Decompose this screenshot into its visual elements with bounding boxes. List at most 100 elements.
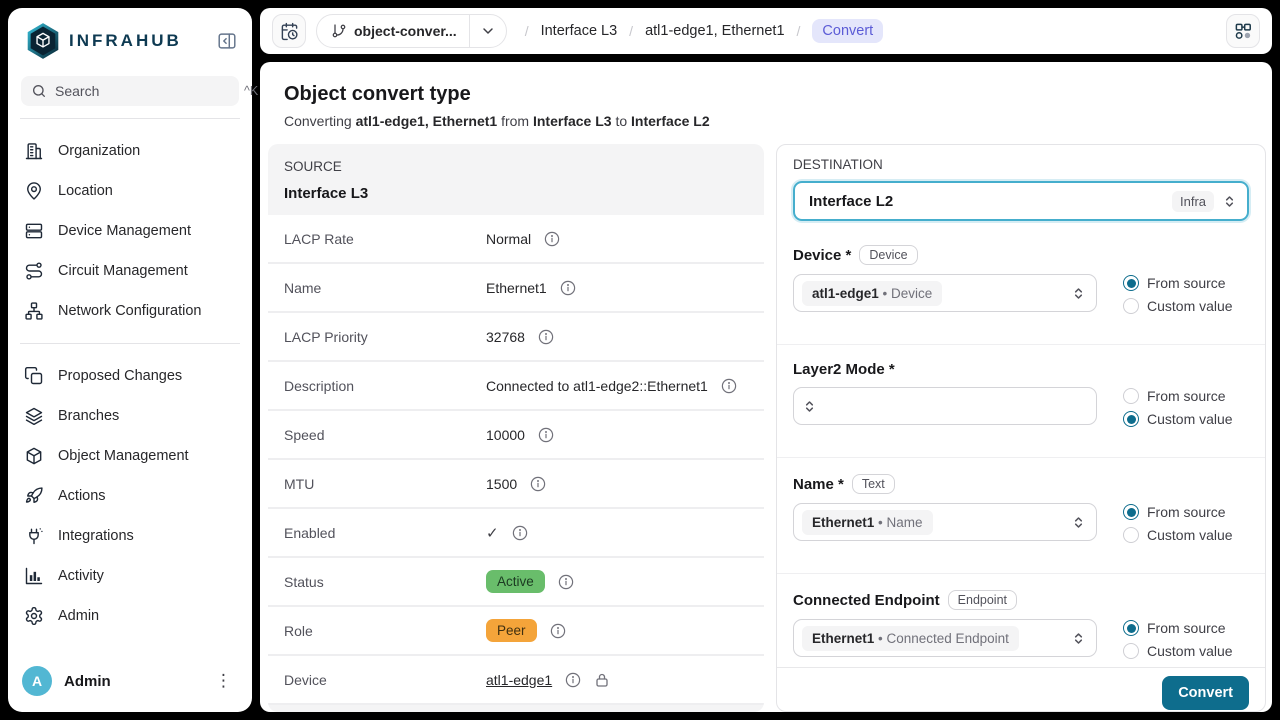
attribute-label: Description	[284, 378, 486, 394]
user-name: Admin	[64, 673, 195, 690]
search-shortcut: ^K	[244, 84, 258, 98]
cube-icon	[24, 446, 44, 466]
from-source-radio[interactable]: From source	[1123, 620, 1249, 636]
history-button[interactable]	[272, 14, 306, 48]
custom-value-radio[interactable]: Custom value	[1123, 411, 1249, 427]
breadcrumb-separator: /	[525, 23, 529, 39]
source-row: MTU 1500	[268, 460, 764, 509]
user-row: A Admin ⋮	[8, 654, 252, 712]
sidebar-item-circuit-management[interactable]: Circuit Management	[8, 251, 252, 291]
sidebar-item-label: Activity	[58, 568, 104, 584]
info-icon[interactable]	[565, 672, 581, 688]
sidebar-item-integrations[interactable]: Integrations	[8, 516, 252, 556]
source-row: LACP Priority 32768	[268, 313, 764, 362]
sidebar-item-label: Object Management	[58, 448, 189, 464]
field-select[interactable]: atl1-edge1 • Device	[793, 274, 1097, 312]
from-source-radio[interactable]: From source	[1123, 275, 1249, 291]
attribute-value: 1500	[486, 476, 546, 492]
destination-field-device: Device * Device atl1-edge1 • Device From…	[777, 221, 1265, 345]
search-box[interactable]: ^K	[21, 76, 239, 106]
field-label: Device *	[793, 247, 851, 264]
sidebar-item-admin[interactable]: Admin	[8, 596, 252, 636]
breadcrumb-separator: /	[797, 23, 801, 39]
destination-footer: Convert	[777, 667, 1265, 712]
sidebar-item-label: Circuit Management	[58, 263, 188, 279]
destination-field-name: Name * Text Ethernet1 • Name From source…	[777, 458, 1265, 574]
sidebar-item-location[interactable]: Location	[8, 171, 252, 211]
sidebar-item-device-management[interactable]: Device Management	[8, 211, 252, 251]
breadcrumb-separator: /	[629, 23, 633, 39]
destination-panel: DESTINATION Interface L2 Infra Device * …	[776, 144, 1266, 712]
chevrons-up-down-icon	[1222, 194, 1237, 209]
info-icon[interactable]	[550, 623, 566, 639]
custom-value-radio[interactable]: Custom value	[1123, 643, 1249, 659]
building-icon	[24, 141, 44, 161]
infrahub-logo-icon	[26, 22, 60, 60]
search-icon	[31, 83, 47, 99]
info-icon[interactable]	[544, 231, 560, 247]
sidebar-item-proposed-changes[interactable]: Proposed Changes	[8, 356, 252, 396]
source-row: Speed 10000	[268, 411, 764, 460]
field-value-pill: atl1-edge1 • Device	[802, 281, 942, 306]
destination-type-select[interactable]: Interface L2 Infra	[793, 181, 1249, 221]
components-button[interactable]	[1226, 14, 1260, 48]
attribute-label: Role	[284, 623, 486, 639]
sidebar-item-object-management[interactable]: Object Management	[8, 436, 252, 476]
from-source-radio[interactable]: From source	[1123, 388, 1249, 404]
info-icon[interactable]	[558, 574, 574, 590]
info-icon[interactable]	[538, 329, 554, 345]
destination-heading: DESTINATION	[793, 157, 1249, 172]
from-source-radio[interactable]: From source	[1123, 504, 1249, 520]
convert-button[interactable]: Convert	[1162, 676, 1249, 710]
info-icon[interactable]	[721, 378, 737, 394]
attribute-value: Ethernet1	[486, 280, 576, 296]
breadcrumb-item-interface-l3[interactable]: Interface L3	[541, 23, 618, 39]
info-icon[interactable]	[530, 476, 546, 492]
attribute-label: MTU	[284, 476, 486, 492]
field-select[interactable]: Ethernet1 • Name	[793, 503, 1097, 541]
git-branch-icon	[331, 23, 347, 39]
source-panel: SOURCE Interface L3 LACP Rate Normal Nam…	[268, 144, 764, 712]
attribute-label: Status	[284, 574, 486, 590]
destination-type-value: Interface L2	[809, 193, 1172, 210]
source-row: LACP Rate Normal	[268, 215, 764, 264]
source-row: Role Peer	[268, 607, 764, 656]
sidebar-item-organization[interactable]: Organization	[8, 131, 252, 171]
custom-value-radio[interactable]: Custom value	[1123, 527, 1249, 543]
sidebar-item-branches[interactable]: Branches	[8, 396, 252, 436]
sidebar-item-label: Device Management	[58, 223, 191, 239]
info-icon[interactable]	[512, 525, 528, 541]
chevrons-up-down-icon	[1071, 515, 1086, 530]
diff-icon	[24, 366, 44, 386]
attribute-label: LACP Rate	[284, 231, 486, 247]
logo-row: INFRAHUB	[8, 8, 252, 60]
field-label: Connected Endpoint	[793, 592, 940, 609]
attribute-value: Connected to atl1-edge2::Ethernet1	[486, 378, 737, 394]
related-object-link[interactable]: atl1-edge1	[486, 672, 552, 688]
topbar: object-conver... / Interface L3 / atl1-edge…	[260, 8, 1272, 54]
chevron-down-icon[interactable]	[470, 23, 506, 39]
divider	[20, 343, 240, 344]
breadcrumb-item-atl1-edge1-ethernet1[interactable]: atl1-edge1, Ethernet1	[645, 23, 784, 39]
info-icon[interactable]	[538, 427, 554, 443]
search-input[interactable]	[55, 83, 236, 99]
attribute-value: Active	[486, 570, 574, 593]
branch-name: object-conver...	[354, 23, 457, 39]
user-menu-kebab-icon[interactable]: ⋮	[207, 669, 240, 693]
sidebar-item-actions[interactable]: Actions	[8, 476, 252, 516]
components-icon	[1234, 22, 1253, 41]
field-select[interactable]: Ethernet1 • Connected Endpoint	[793, 619, 1097, 657]
sidebar-item-activity[interactable]: Activity	[8, 556, 252, 596]
custom-value-radio[interactable]: Custom value	[1123, 298, 1249, 314]
sidebar-collapse-icon[interactable]	[214, 28, 240, 54]
info-icon[interactable]	[560, 280, 576, 296]
branch-selector[interactable]: object-conver...	[316, 14, 507, 48]
sidebar-item-network-configuration[interactable]: Network Configuration	[8, 291, 252, 331]
chevrons-up-down-icon	[1071, 286, 1086, 301]
divider	[20, 118, 240, 119]
source-row: Status Active	[268, 558, 764, 607]
sidebar-item-label: Network Configuration	[58, 303, 201, 319]
field-select[interactable]	[793, 387, 1097, 425]
field-kind-badge: Text	[852, 474, 895, 494]
breadcrumb-item-convert[interactable]: Convert	[812, 19, 883, 43]
